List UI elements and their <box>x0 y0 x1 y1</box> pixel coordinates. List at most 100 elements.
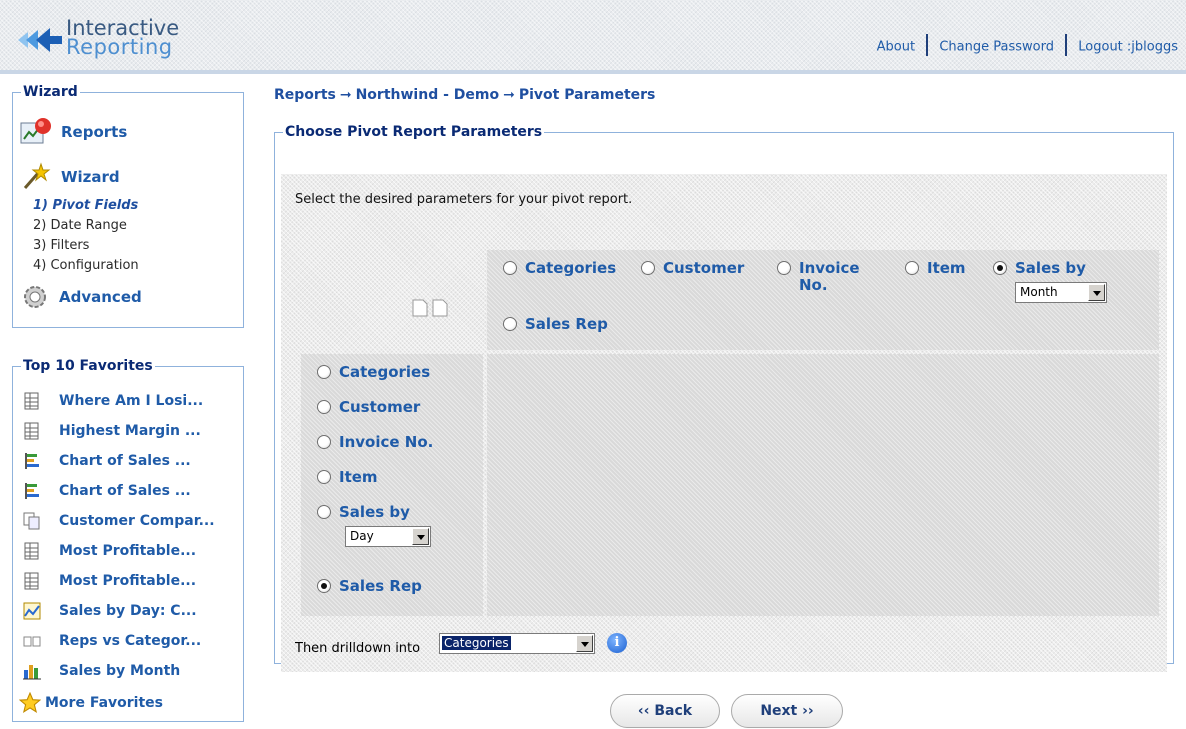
reports-icon <box>20 118 51 144</box>
radio-button[interactable] <box>317 365 331 379</box>
radio-button[interactable] <box>317 435 331 449</box>
favorite-item[interactable]: Chart of Sales ... <box>23 482 191 500</box>
row-option-categories[interactable]: Categories <box>317 364 430 381</box>
more-favorites-link[interactable]: More Favorites <box>19 692 163 714</box>
option-label: Sales by <box>1015 259 1086 277</box>
row-fields-area: Categories Customer Invoice No. Item Sal… <box>301 354 483 616</box>
logout-link[interactable]: Logout :jbloggs <box>1078 40 1178 55</box>
wizard-step-2[interactable]: 2) Date Range <box>33 216 139 236</box>
radio-button-selected[interactable] <box>993 261 1007 275</box>
intro-text: Select the desired parameters for your p… <box>295 192 633 207</box>
radio-button[interactable] <box>503 261 517 275</box>
favorite-label: Sales by Month <box>59 663 181 679</box>
wizard-link[interactable]: Wizard <box>19 162 120 192</box>
breadcrumb: Reports ➞ Northwind - Demo ➞ Pivot Parameter… <box>274 87 655 103</box>
back-button[interactable]: ‹‹ Back <box>610 694 720 728</box>
swap-axes-icons[interactable] <box>411 298 451 322</box>
wizard-steps: 1) Pivot Fields 2) Date Range 3) Filters… <box>33 196 139 276</box>
option-label: Categories <box>525 259 617 277</box>
row-option-item[interactable]: Item <box>317 469 378 486</box>
favorite-label: Where Am I Losi... <box>59 393 204 409</box>
row-option-customer[interactable]: Customer <box>317 399 420 416</box>
chevron-down-icon <box>576 635 593 652</box>
breadcrumb-arrow-icon: ➞ <box>503 87 515 103</box>
column-option-item[interactable]: Item <box>905 260 966 277</box>
chevron-down-icon <box>1088 284 1105 301</box>
radio-button[interactable] <box>317 470 331 484</box>
select-value: Categories <box>442 636 511 650</box>
top-links: About Change Password Logout :jbloggs <box>877 34 1178 58</box>
option-label: Sales Rep <box>525 315 608 333</box>
column-option-categories[interactable]: Categories <box>503 260 616 277</box>
favorite-item[interactable]: Most Profitable... <box>23 572 196 590</box>
info-icon[interactable]: i <box>607 633 627 653</box>
option-label: Item <box>339 468 378 486</box>
wizard-reports-link[interactable]: Reports <box>19 117 127 147</box>
favorite-item[interactable]: Reps vs Categor... <box>23 632 201 650</box>
more-favorites-label: More Favorites <box>45 695 163 711</box>
favorite-label: Chart of Sales ... <box>59 453 191 469</box>
drilldown-label: Then drilldown into <box>295 641 421 656</box>
reports-label: Reports <box>61 123 128 141</box>
magic-wand-icon <box>23 162 51 189</box>
page-title: Choose Pivot Report Parameters <box>285 124 543 140</box>
column-option-customer[interactable]: Customer <box>641 260 744 277</box>
column-sales-by-period-select[interactable]: Month <box>1015 282 1107 303</box>
favorite-label: Most Profitable... <box>59 573 197 589</box>
option-label: Item <box>927 259 966 277</box>
favorite-item[interactable]: Sales by Day: C... <box>23 602 197 620</box>
select-value: Month <box>1020 285 1058 299</box>
change-password-link[interactable]: Change Password <box>939 40 1054 55</box>
column-option-sales-by[interactable]: Sales by <box>993 260 1086 277</box>
favorite-item[interactable]: Customer Compar... <box>23 512 215 530</box>
bar-chart-icon <box>25 483 39 499</box>
logo-text-line2: Reporting <box>66 35 173 59</box>
row-option-sales-by[interactable]: Sales by <box>317 504 410 521</box>
favorite-item[interactable]: Highest Margin ... <box>23 422 201 440</box>
favorite-item[interactable]: Chart of Sales ... <box>23 452 191 470</box>
drilldown-select[interactable]: Categories <box>439 633 595 654</box>
row-option-sales-rep[interactable]: Sales Rep <box>317 578 422 595</box>
table-icon <box>24 422 39 440</box>
radio-button[interactable] <box>317 505 331 519</box>
favorite-item[interactable]: Most Profitable... <box>23 542 196 560</box>
option-label: Invoice No. <box>339 433 434 451</box>
wizard-step-3[interactable]: 3) Filters <box>33 236 139 256</box>
column-option-sales-rep[interactable]: Sales Rep <box>503 316 608 333</box>
logo-arrows-icon <box>18 28 62 52</box>
table-icon <box>24 542 39 560</box>
header-bar: Interactive Reporting About Change Passw… <box>0 0 1186 74</box>
radio-button[interactable] <box>317 400 331 414</box>
breadcrumb-arrow-icon: ➞ <box>339 87 352 103</box>
breadcrumb-northwind[interactable]: Northwind - Demo <box>356 87 500 103</box>
favorite-label: Highest Margin ... <box>59 423 201 439</box>
wizard-step-1[interactable]: 1) Pivot Fields <box>33 196 139 216</box>
radio-button[interactable] <box>905 261 919 275</box>
radio-button[interactable] <box>641 261 655 275</box>
advanced-link[interactable]: Advanced <box>19 282 142 312</box>
line-chart-icon <box>23 602 41 620</box>
star-icon <box>19 692 41 713</box>
row-sales-by-period-select[interactable]: Day <box>345 526 431 547</box>
table-icon <box>24 572 39 590</box>
favorite-item[interactable]: Where Am I Losi... <box>23 392 203 410</box>
favorites-panel: Top 10 Favorites Where Am I Losi... High… <box>12 358 244 722</box>
pivot-icon <box>23 636 41 647</box>
radio-button[interactable] <box>503 317 517 331</box>
favorite-label: Sales by Day: C... <box>59 603 197 619</box>
pivot-preview-grid <box>487 354 1159 616</box>
favorite-item[interactable]: Sales by Month <box>23 662 180 680</box>
wizard-step-4[interactable]: 4) Configuration <box>33 256 139 276</box>
link-separator <box>1065 34 1068 56</box>
column-option-invoice-no[interactable]: Invoice No. <box>777 260 869 294</box>
link-separator <box>926 34 929 56</box>
about-link[interactable]: About <box>877 40 915 55</box>
row-option-invoice-no[interactable]: Invoice No. <box>317 434 433 451</box>
option-label: Customer <box>339 398 421 416</box>
radio-button[interactable] <box>777 261 791 275</box>
radio-button-selected[interactable] <box>317 579 331 593</box>
option-label: Categories <box>339 363 431 381</box>
breadcrumb-reports[interactable]: Reports <box>274 87 336 103</box>
next-button[interactable]: Next ›› <box>731 694 843 728</box>
favorite-label: Customer Compar... <box>59 513 215 529</box>
